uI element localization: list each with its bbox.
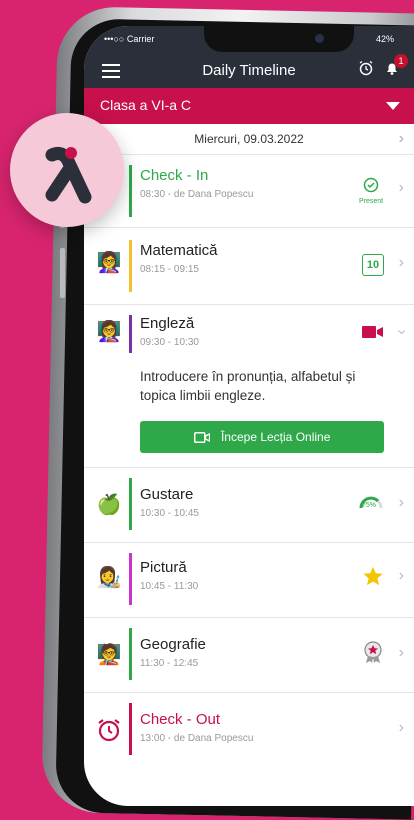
row-title: Gustare <box>140 486 194 503</box>
notifications-bell-icon[interactable]: 1 <box>384 54 408 76</box>
row-title: Matematică <box>140 242 218 259</box>
row-stripe <box>129 553 132 605</box>
star-icon <box>363 566 383 586</box>
row-stripe <box>129 165 132 217</box>
date-label: Miercuri, 09.03.2022 <box>194 132 304 146</box>
app-logo-mark <box>45 146 92 204</box>
notification-badge: 1 <box>394 54 408 68</box>
chevron-right-icon: › <box>398 494 404 511</box>
class-selector-label: Clasa a VI-a C <box>100 97 192 113</box>
video-camera-icon <box>362 326 383 338</box>
timeline-row-painting[interactable]: 👩‍🎨 Pictură 10:45 - 11:30 › <box>84 543 414 618</box>
carrier-label: •••○○ Carrier <box>104 34 155 44</box>
timeline-row-check-in[interactable]: Check - In 08:30 - de Dana Popescu Prese… <box>84 155 414 228</box>
app-logo <box>10 113 124 227</box>
row-stripe <box>129 240 132 292</box>
row-stripe <box>129 628 132 680</box>
timeline-row-english[interactable]: 👩‍🏫 Engleză 09:30 - 10:30 › Introducere … <box>84 305 414 468</box>
row-title: Engleză <box>140 315 195 332</box>
status-bar: •••○○ Carrier 42% <box>104 34 404 48</box>
app-screen: •••○○ Carrier 42% Daily Timeline 1 Clasa… <box>84 26 414 806</box>
grade-box: 10 <box>362 254 384 276</box>
chevron-right-icon: › <box>398 719 404 736</box>
painting-teacher-icon: 👩‍🎨 <box>96 567 122 589</box>
alarm-clock-icon <box>98 719 120 742</box>
row-stripe <box>129 315 132 353</box>
chevron-down-icon <box>386 102 400 110</box>
present-label: Present <box>358 198 384 205</box>
math-teacher-icon: 👩‍🏫 <box>96 252 122 274</box>
nav-bar: •••○○ Carrier 42% Daily Timeline 1 <box>84 26 414 88</box>
row-time: 09:30 - 10:30 <box>140 337 199 348</box>
start-online-lesson-button[interactable]: Începe Lecția Online <box>140 421 384 453</box>
present-check-icon: Present <box>358 177 384 205</box>
timeline-row-math[interactable]: 👩‍🏫 Matematică 08:15 - 09:15 10 › <box>84 228 414 305</box>
lesson-description: Introducere în pronunția, alfabetul și t… <box>140 369 356 403</box>
chevron-right-icon: › <box>398 130 404 147</box>
row-time: 08:30 - de Dana Popescu <box>140 189 254 200</box>
progress-label: 75% <box>362 502 377 509</box>
side-button <box>60 248 65 298</box>
row-time: 08:15 - 09:15 <box>140 264 199 275</box>
progress-gauge: 75% <box>358 494 384 514</box>
apple-icon: 🍏 <box>96 494 122 516</box>
chevron-right-icon: › <box>398 179 404 196</box>
class-selector[interactable]: Clasa a VI-a C <box>84 88 414 124</box>
date-header[interactable]: Miercuri, 09.03.2022 › <box>84 124 414 155</box>
battery-label: 42% <box>375 34 394 44</box>
timeline-row-snack[interactable]: 🍏 Gustare 10:30 - 10:45 75% › <box>84 468 414 543</box>
row-stripe <box>129 703 132 755</box>
geography-teacher-icon: 🧑‍🏫 <box>96 644 122 666</box>
chevron-right-icon: › <box>398 644 404 661</box>
video-camera-icon <box>193 432 210 444</box>
row-title: Geografie <box>140 636 206 653</box>
row-time: 10:45 - 11:30 <box>140 581 199 592</box>
row-time: 13:00 - de Dana Popescu <box>140 733 254 744</box>
row-time: 10:30 - 10:45 <box>140 508 199 519</box>
timeline-row-check-out[interactable]: Check - Out 13:00 - de Dana Popescu › <box>84 693 414 767</box>
row-time: 11:30 - 12:45 <box>140 658 199 669</box>
chevron-right-icon: › <box>398 567 404 584</box>
row-title: Check - In <box>140 167 209 184</box>
timeline-row-geography[interactable]: 🧑‍🏫 Geografie 11:30 - 12:45 › <box>84 618 414 693</box>
row-title: Check - Out <box>140 711 221 728</box>
start-online-lesson-label: Începe Lecția Online <box>220 430 331 444</box>
award-badge-icon <box>364 641 382 663</box>
alarm-clock-icon[interactable] <box>358 60 374 76</box>
row-stripe <box>129 478 132 530</box>
chevron-down-icon[interactable]: › <box>392 329 410 334</box>
row-title: Pictură <box>140 559 187 576</box>
english-teacher-icon: 👩‍🏫 <box>96 321 122 343</box>
chevron-right-icon: › <box>398 254 404 271</box>
